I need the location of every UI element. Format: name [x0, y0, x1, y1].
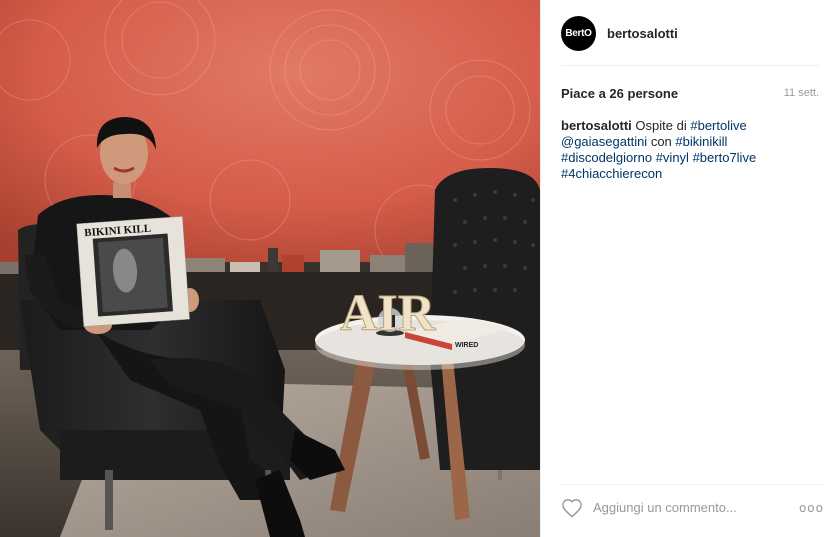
more-options-icon[interactable]: ooo [799, 501, 824, 515]
likes-row: Piace a 26 persone 11 sett. [561, 84, 819, 102]
post-timestamp[interactable]: 11 sett. [784, 87, 819, 99]
avatar-text: BertO [565, 28, 592, 39]
post-caption: bertosalotti Ospite di #bertolive @gaias… [561, 118, 801, 182]
post-side-panel: BertO bertosalotti Piace a 26 persone 11… [540, 0, 839, 537]
author-username[interactable]: bertosalotti [607, 26, 678, 41]
magazine-label: WIRED [455, 342, 478, 349]
post-header: BertO bertosalotti [561, 14, 819, 66]
air-sign: AIR [340, 285, 437, 342]
likes-count[interactable]: Piace a 26 persone [561, 86, 678, 101]
post-photo[interactable]: WIRED AIR BIKINI KILL [0, 0, 540, 537]
comment-input[interactable] [593, 500, 783, 515]
caption-text: Ospite di [635, 118, 687, 133]
avatar[interactable]: BertO [561, 16, 596, 51]
mention-link[interactable]: @gaiasegattini [561, 134, 647, 149]
comment-bar: ooo [561, 484, 824, 530]
hashtag-link[interactable]: #vinyl [656, 150, 689, 165]
caption-username[interactable]: bertosalotti [561, 118, 632, 133]
hashtag-link[interactable]: #bikinikill [675, 134, 727, 149]
caption-connector: con [650, 134, 672, 149]
heart-icon[interactable] [561, 498, 583, 518]
hashtag-link[interactable]: #bertolive [690, 118, 746, 133]
photo-scene: WIRED AIR BIKINI KILL [0, 0, 540, 537]
hashtag-link[interactable]: #discodelgiorno [561, 150, 652, 165]
hashtag-link[interactable]: #berto7live [693, 150, 757, 165]
hashtag-link[interactable]: #4chiacchierecon [561, 166, 662, 181]
